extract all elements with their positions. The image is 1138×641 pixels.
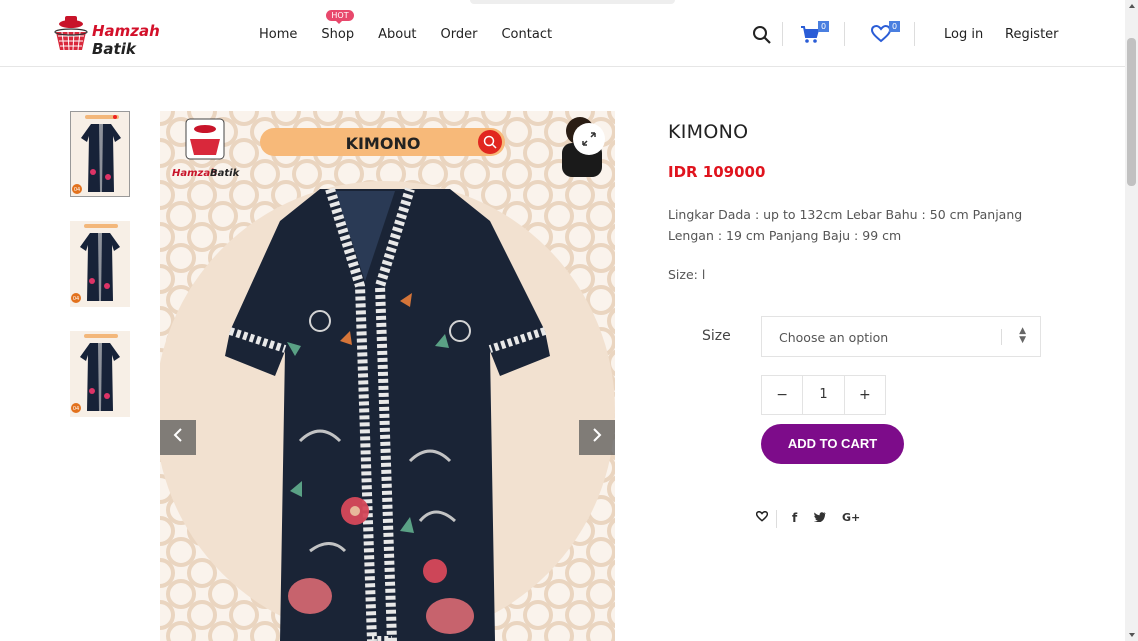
nav-shop[interactable]: HOT Shop xyxy=(321,10,355,42)
next-image-button[interactable] xyxy=(579,420,615,455)
wishlist-heart-icon[interactable] xyxy=(755,510,769,525)
main-nav: Home HOT Shop About Order Contact xyxy=(259,10,576,42)
main-product-image[interactable]: KIMONO Hamzah Batik xyxy=(160,111,615,641)
cart-count-badge: 0 xyxy=(818,21,829,32)
add-to-cart-button[interactable]: ADD TO CART xyxy=(761,424,904,464)
image-logo-text-2: Batik xyxy=(210,168,241,179)
product-price: IDR 109000 xyxy=(668,163,766,181)
hot-badge: HOT xyxy=(326,10,354,24)
image-banner-text: KIMONO xyxy=(346,134,421,153)
wishlist-count-badge: 0 xyxy=(889,21,900,32)
heart-icon[interactable]: 0 xyxy=(870,21,900,47)
nav-shop-label: Shop xyxy=(321,27,355,42)
register-link[interactable]: Register xyxy=(1005,27,1059,42)
search-icon[interactable] xyxy=(752,25,772,49)
size-select[interactable]: Choose an option ▲ ▼ xyxy=(761,316,1041,357)
thumbnail-badge: 04 xyxy=(73,406,79,412)
thumbnail-badge: 04 xyxy=(73,296,79,302)
login-link[interactable]: Log in xyxy=(944,27,983,42)
cart-icon[interactable]: 0 xyxy=(800,21,829,49)
select-divider xyxy=(1001,329,1002,345)
kimono-thumbnail-image: 04 xyxy=(71,112,129,196)
scroll-down-arrow-icon[interactable] xyxy=(1129,633,1135,637)
size-label: Size xyxy=(702,328,731,344)
chevron-left-icon xyxy=(173,428,182,442)
quantity-plus-button[interactable]: + xyxy=(845,376,885,414)
site-header: Hamzah Batik Home HOT Shop About Order C… xyxy=(0,0,1125,67)
expand-icon xyxy=(582,132,596,146)
header-divider xyxy=(914,22,915,46)
site-logo[interactable]: Hamzah Batik xyxy=(52,14,202,58)
scroll-up-arrow-icon[interactable] xyxy=(1129,4,1135,8)
batik-basket-logo-icon xyxy=(54,16,88,51)
google-plus-icon[interactable]: G+ xyxy=(842,511,860,524)
product-size-text: Size: l xyxy=(668,267,706,282)
image-zoom-button[interactable] xyxy=(573,123,605,155)
nav-contact[interactable]: Contact xyxy=(501,27,552,42)
size-select-value: Choose an option xyxy=(779,330,889,345)
logo-text-part2: Batik xyxy=(92,40,136,58)
kimono-thumbnail-image: 04 xyxy=(70,331,130,417)
kimono-product-image: KIMONO Hamzah Batik xyxy=(160,111,615,641)
logo-text: Hamzah Batik xyxy=(92,22,202,58)
product-title: KIMONO xyxy=(668,121,749,143)
thumbnail-2[interactable]: 04 xyxy=(70,221,130,307)
kimono-thumbnail-image: 04 xyxy=(70,221,130,307)
thumbnail-badge: 04 xyxy=(74,187,80,193)
facebook-icon[interactable]: f xyxy=(792,511,797,525)
select-updown-icon: ▲ ▼ xyxy=(1019,326,1026,345)
quantity-minus-button[interactable]: − xyxy=(762,376,802,414)
prev-image-button[interactable] xyxy=(160,420,196,455)
top-fade-decoration xyxy=(470,0,675,4)
scroll-thumb[interactable] xyxy=(1127,38,1136,186)
thumbnail-3[interactable]: 04 xyxy=(70,331,130,417)
quantity-stepper: − 1 + xyxy=(761,375,886,415)
page-scrollbar[interactable] xyxy=(1125,0,1138,641)
logo-text-part1: Hamzah xyxy=(92,22,160,40)
header-divider xyxy=(844,22,845,46)
nav-order[interactable]: Order xyxy=(441,27,478,42)
product-description: Lingkar Dada : up to 132cm Lebar Bahu : … xyxy=(668,207,1023,243)
twitter-icon[interactable] xyxy=(814,511,826,525)
chevron-right-icon xyxy=(593,428,602,442)
nav-about[interactable]: About xyxy=(378,27,416,42)
quantity-input[interactable]: 1 xyxy=(802,376,845,414)
nav-home[interactable]: Home xyxy=(259,27,297,42)
thumbnail-1[interactable]: 04 xyxy=(70,111,130,197)
share-divider xyxy=(776,510,777,528)
header-divider xyxy=(782,22,783,46)
